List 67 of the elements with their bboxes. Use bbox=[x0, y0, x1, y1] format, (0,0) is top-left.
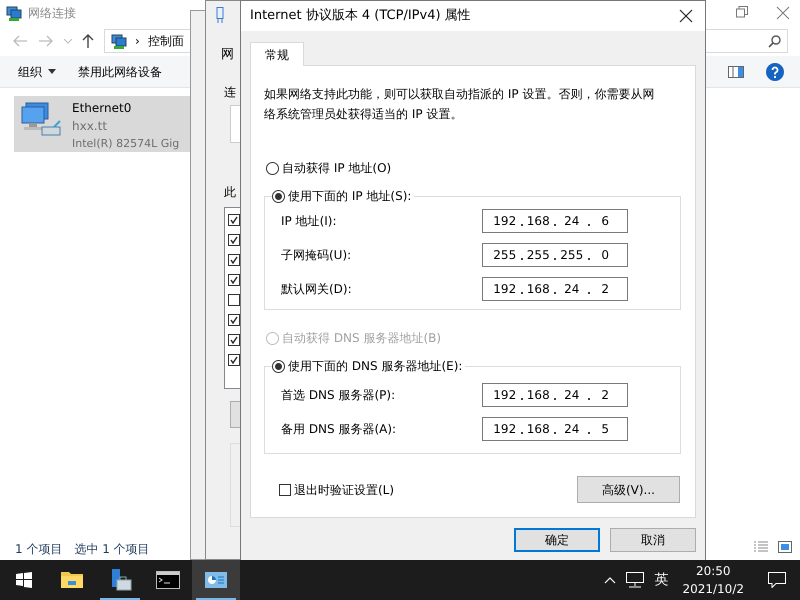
chevron-up-icon[interactable] bbox=[604, 576, 616, 584]
field-label: 此 bbox=[224, 184, 236, 201]
language-indicator[interactable]: 英 bbox=[654, 570, 668, 590]
network-icon[interactable] bbox=[626, 572, 644, 588]
search-icon bbox=[768, 34, 781, 48]
status-text: 1 个项目 bbox=[15, 541, 62, 558]
network-folder-icon bbox=[6, 5, 22, 21]
network-folder-icon bbox=[111, 33, 127, 49]
clock[interactable]: 20:50 2021/10/2 bbox=[678, 562, 748, 598]
network-adapter-item[interactable]: Ethernet0 hxx.tt Intel(R) 82574L Gig bbox=[14, 96, 190, 152]
dialog-title: Internet 协议版本 4 (TCP/IPv4) 属性 bbox=[250, 7, 471, 26]
caret-icon bbox=[48, 69, 56, 74]
check-icon bbox=[230, 256, 238, 264]
ip-address-field[interactable]: 255 255 255 0 bbox=[482, 243, 628, 267]
checkbox[interactable] bbox=[228, 254, 240, 266]
check-icon bbox=[230, 276, 238, 284]
check-icon bbox=[230, 316, 238, 324]
adapter-name: Ethernet0 bbox=[72, 100, 132, 117]
cancel-button[interactable]: 取消 bbox=[610, 528, 696, 552]
advanced-button[interactable]: 高级(V)... bbox=[577, 476, 680, 503]
close-button[interactable] bbox=[677, 7, 695, 25]
details-view-icon[interactable] bbox=[754, 541, 768, 553]
windows-logo-icon bbox=[16, 572, 32, 588]
device-name: Intel(R) 82574L Gig bbox=[72, 136, 180, 152]
toolbar-button[interactable]: 禁用此网络设备 bbox=[78, 62, 162, 80]
ip-address-field[interactable]: 192 168 24 6 bbox=[482, 209, 628, 233]
ip-address-field[interactable]: 192 168 24 2 bbox=[482, 277, 628, 301]
close-icon[interactable] bbox=[776, 6, 790, 20]
field-label: IP 地址(I): bbox=[281, 213, 337, 230]
field-label: 首选 DNS 服务器(P): bbox=[281, 387, 396, 404]
window-title: 网络连接 bbox=[28, 5, 76, 22]
checkbox[interactable] bbox=[228, 214, 240, 226]
large-icons-view-icon[interactable] bbox=[778, 541, 792, 553]
checkbox[interactable] bbox=[228, 294, 240, 306]
check-icon bbox=[230, 336, 238, 344]
close-icon bbox=[679, 9, 693, 23]
radio-button[interactable]: 自动获得 IP 地址(O) bbox=[266, 158, 681, 178]
tab[interactable]: 网 bbox=[221, 45, 234, 64]
checkbox[interactable] bbox=[228, 354, 240, 366]
ip-address-field[interactable]: 192 168 24 2 bbox=[482, 383, 628, 407]
field-label: 备用 DNS 服务器(A): bbox=[281, 421, 396, 438]
checkbox[interactable]: 退出时验证设置(L) bbox=[279, 480, 394, 500]
tab[interactable]: 常规 bbox=[250, 42, 304, 66]
field-label: 子网掩码(U): bbox=[281, 247, 352, 264]
checkbox[interactable] bbox=[228, 234, 240, 246]
network-adapter-icon bbox=[216, 7, 224, 23]
restore-icon[interactable] bbox=[736, 6, 748, 18]
status-text: 选中 1 个项目 bbox=[74, 541, 150, 558]
ip-address-field[interactable]: 192 168 24 5 bbox=[482, 417, 628, 441]
field-label: 连 bbox=[224, 84, 236, 101]
notification-icon[interactable] bbox=[768, 572, 786, 588]
network-name: hxx.tt bbox=[72, 118, 108, 135]
preview-pane-icon[interactable] bbox=[728, 66, 744, 78]
command-prompt-icon bbox=[156, 568, 180, 592]
checkbox[interactable] bbox=[228, 314, 240, 326]
taskbar-app-button[interactable] bbox=[192, 560, 240, 600]
check-icon bbox=[230, 216, 238, 224]
up-arrow-icon[interactable] bbox=[82, 34, 94, 48]
checkbox[interactable] bbox=[228, 274, 240, 286]
toolbar-button[interactable]: 组织 bbox=[18, 62, 56, 80]
help-icon[interactable] bbox=[766, 62, 784, 80]
checkbox[interactable] bbox=[228, 334, 240, 346]
check-icon bbox=[230, 236, 238, 244]
check-icon bbox=[230, 356, 238, 364]
field-label: 默认网关(D): bbox=[281, 281, 352, 298]
ok-button[interactable]: 确定 bbox=[514, 528, 600, 552]
description-text: 如果网络支持此功能，则可以获取自动指派的 IP 设置。否则，你需要从网络系统管理员处获得适当的 IP 设置。 bbox=[264, 86, 656, 123]
